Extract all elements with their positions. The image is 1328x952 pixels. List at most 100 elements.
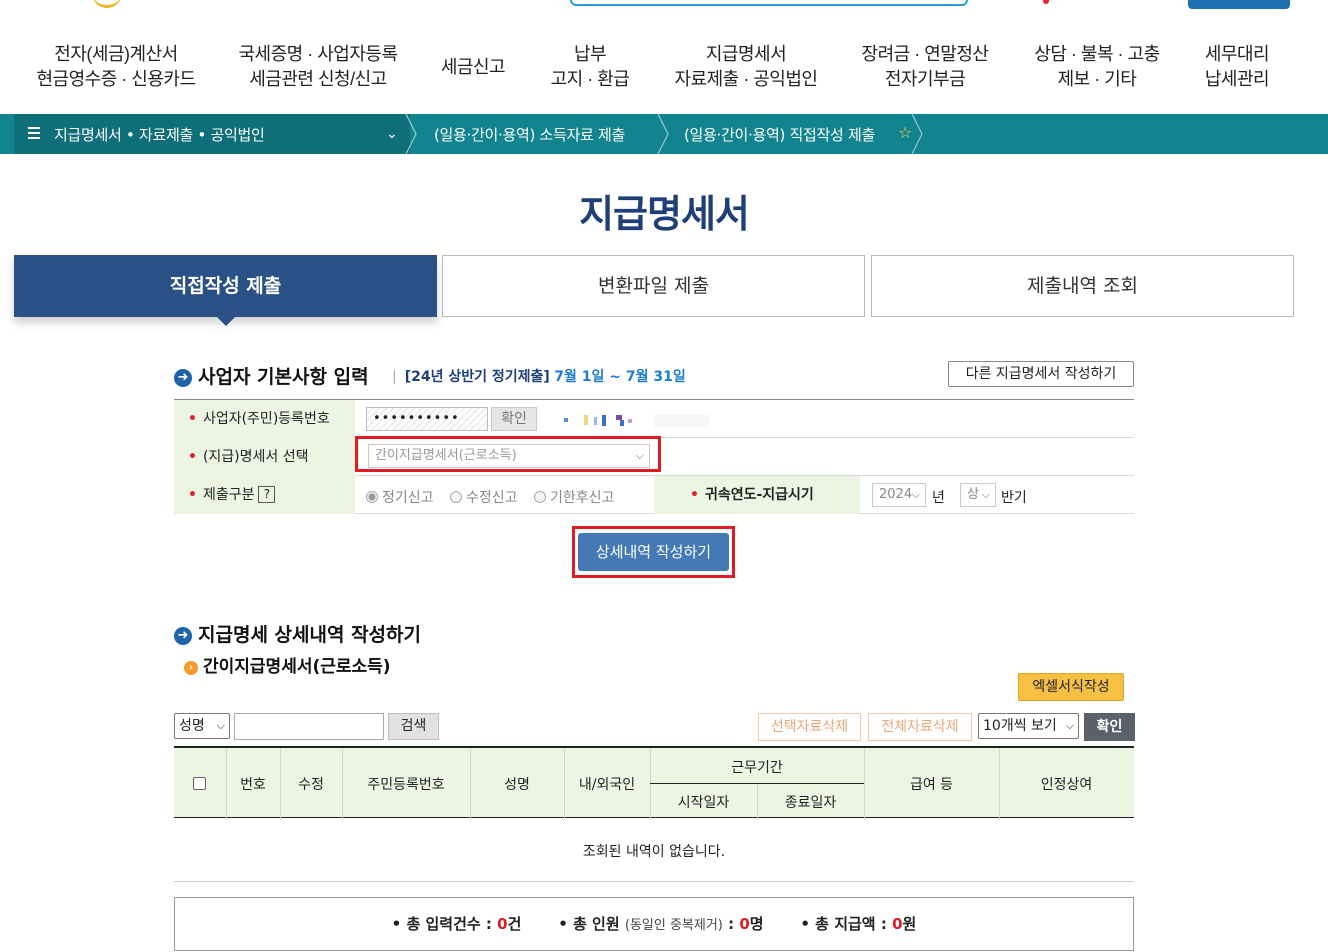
column-header-bonus: 인정상여: [1040, 777, 1093, 793]
radio-late[interactable]: 기한후신고: [534, 487, 614, 507]
column-header-start: 시작일자: [677, 795, 730, 811]
gnb-label: 납부: [573, 44, 607, 64]
menu-icon: [28, 127, 40, 139]
radio-amended[interactable]: 수정신고: [450, 487, 518, 507]
delete-selected-button[interactable]: 선택자료삭제: [758, 713, 861, 741]
submit-type-label: • 제출구분?: [174, 476, 355, 514]
period-dates: 7월 1일 ~ 7월 31일: [554, 369, 686, 385]
page-size-select[interactable]: 10개씩 보기 ⌵: [978, 713, 1079, 739]
gnb-item-tax-return[interactable]: 세금신고: [430, 55, 516, 80]
top-search-box[interactable]: [570, 0, 968, 6]
tab-direct-submit[interactable]: 직접작성 제출: [14, 255, 437, 317]
summary-people-note: (동일인 중복제거): [624, 918, 723, 933]
gnb-label: 세무대리: [1204, 44, 1270, 64]
search-field-select[interactable]: 성명 ⌵: [174, 713, 230, 739]
tab-submit-history[interactable]: 제출내역 조회: [871, 255, 1294, 317]
summary-amount-value: 0: [892, 915, 903, 933]
breadcrumb: 지급명세서 • 자료제출 • 공익법인 ⌄ (일용·간이·용역) 소득자료 제출…: [0, 114, 1328, 154]
notification-icon[interactable]: [1043, 0, 1049, 4]
registration-confirm-button[interactable]: 확인: [491, 407, 537, 431]
breadcrumb-menu-dropdown[interactable]: 지급명세서 • 자료제출 • 공익법인 ⌄: [14, 114, 410, 154]
period-label: [24년 상반기 정기제출]: [404, 369, 550, 385]
attribution-year-label-text: 귀속연도-지급시기: [704, 487, 814, 503]
section-heading-text: 사업자 기본사항 입력: [198, 366, 369, 388]
submit-type-label-text: 제출구분: [202, 487, 255, 503]
gnb-item-consulting[interactable]: 상담 · 불복 · 고충 제보 · 기타: [1030, 42, 1164, 92]
summary-people-colon: :: [728, 915, 735, 933]
gnb-label: 상담 · 불복 · 고충: [1034, 44, 1160, 64]
search-input[interactable]: [234, 713, 384, 740]
summary-amount-label: • 총 지급액 :: [800, 915, 887, 933]
page-title: 지급명세서: [579, 192, 750, 236]
summary-amount-unit: 원: [902, 915, 917, 933]
summary-amount: • 총 지급액 : 0원: [800, 915, 916, 933]
column-header-rrn: 주민등록번호: [367, 777, 445, 793]
breadcrumb-separator-icon: [657, 114, 669, 154]
summary-count-value: 0: [497, 915, 508, 933]
radio-label: 기한후신고: [550, 490, 615, 506]
attribution-year-label: • 귀속연도-지급시기: [654, 476, 860, 514]
section-heading-basic: ➜ 사업자 기본사항 입력: [174, 362, 369, 389]
search-button[interactable]: 검색: [388, 713, 439, 740]
top-login-button[interactable]: [1188, 0, 1290, 9]
half-select[interactable]: 상 ⌵: [960, 483, 996, 507]
help-icon[interactable]: ?: [258, 486, 276, 503]
summary-people-value: 0: [739, 915, 750, 933]
gnb-label: 지급명세서: [705, 44, 787, 64]
excel-form-button[interactable]: 엑셀서식작성: [1018, 673, 1124, 701]
site-logo[interactable]: [92, 0, 122, 8]
year-select[interactable]: 2024 ⌵: [872, 483, 926, 507]
column-header-no: 번호: [240, 777, 266, 793]
gnb-item-certificate[interactable]: 국세증명 · 사업자등록 세금관련 신청/신고: [236, 42, 400, 92]
radio-regular[interactable]: 정기신고: [366, 487, 434, 507]
chevron-down-icon: ⌵: [981, 488, 990, 501]
arrow-circle-icon: ➜: [174, 627, 192, 645]
summary-box: • 총 입력건수 : 0건 • 총 인원 (동일인 중복제거) : 0명 • 총…: [174, 897, 1134, 951]
column-header-name: 성명: [504, 777, 530, 793]
gnb-item-payment-statement[interactable]: 지급명세서 자료제출 · 공익법인: [668, 42, 824, 92]
column-header-period: 근무기간: [731, 760, 783, 776]
half-select-value: 상: [967, 487, 979, 502]
breadcrumb-separator-icon: [405, 114, 417, 154]
section-heading-text: 지급명세 상세내역 작성하기: [198, 624, 421, 646]
gnb-label: 제보 · 기타: [1057, 69, 1137, 89]
gnb-label: 전자(세금)계산서: [54, 44, 178, 64]
search-field-value: 성명: [179, 718, 205, 734]
gnb-item-payment[interactable]: 납부 고지 · 환급: [540, 42, 640, 92]
year-unit: 년: [932, 490, 945, 506]
column-header-end: 종료일자: [784, 795, 837, 811]
highlight-box-detail-button: [572, 526, 735, 578]
highlight-box-statement: [355, 436, 661, 472]
gnb-label: 고지 · 환급: [550, 69, 630, 89]
gnb-label: 장려금 · 연말정산: [861, 44, 989, 64]
other-statement-button[interactable]: 다른 지급명세서 작성하기: [948, 361, 1134, 387]
tab-file-submit[interactable]: 변환파일 제출: [442, 255, 865, 317]
breadcrumb-level2[interactable]: (일용·간이·용역) 소득자료 제출: [434, 124, 625, 145]
gnb-label: 현금영수증 · 신용카드: [36, 69, 196, 89]
submit-period: | [24년 상반기 정기제출] 7월 1일 ~ 7월 31일: [392, 369, 686, 385]
statement-label-text: (지급)명세서 선택: [202, 449, 309, 465]
breadcrumb-separator-icon: [911, 114, 923, 154]
gnb-item-incentive[interactable]: 장려금 · 연말정산 전자기부금: [858, 42, 992, 92]
gnb-label: 납세관리: [1204, 69, 1270, 89]
registration-number-field[interactable]: ••••••••••: [366, 407, 488, 431]
gnb-label: 전자기부금: [884, 69, 966, 89]
gnb-item-tax-agent[interactable]: 세무대리 납세관리: [1196, 42, 1278, 92]
chevron-right-icon: ›: [184, 661, 198, 675]
select-all-checkbox[interactable]: [193, 777, 206, 790]
gnb-item-einvoice[interactable]: 전자(세금)계산서 현금영수증 · 신용카드: [36, 42, 196, 92]
year-select-value: 2024: [879, 487, 913, 502]
detail-table-header: 번호 수정 주민등록번호 성명 내/외국인 근무기간 시작일자 종료일자 급여 …: [174, 746, 1134, 820]
active-tab-pointer: [216, 316, 236, 326]
summary-count-unit: 건: [507, 915, 522, 933]
column-header-nationality: 내/외국인: [578, 777, 636, 793]
form-row-registration: • 사업자(주민)등록번호 •••••••••• 확인: [174, 400, 1134, 438]
section-heading-detail: ➜ 지급명세 상세내역 작성하기: [174, 620, 421, 647]
page-size-apply-button[interactable]: 확인: [1084, 713, 1135, 741]
column-header-salary: 급여 등: [909, 777, 954, 793]
page-size-value: 10개씩 보기: [983, 718, 1057, 734]
column-header-edit: 수정: [298, 777, 324, 793]
breadcrumb-level3[interactable]: (일용·간이·용역) 직접작성 제출: [684, 124, 875, 145]
delete-all-button[interactable]: 전체자료삭제: [868, 713, 972, 741]
masked-business-name: [562, 412, 712, 427]
